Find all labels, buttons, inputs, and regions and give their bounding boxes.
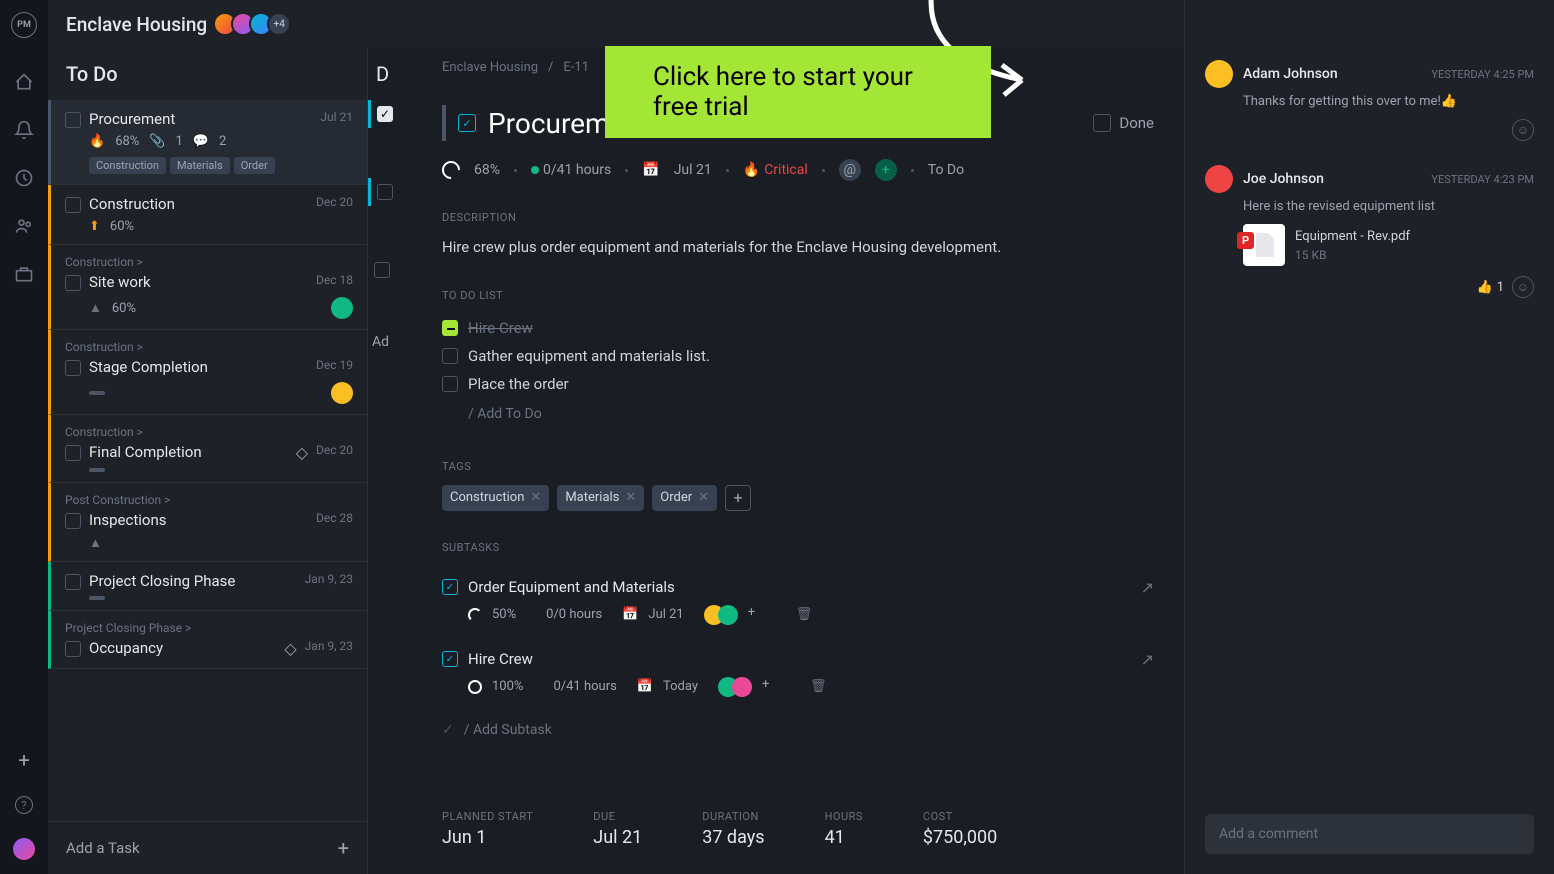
assignee-avatar[interactable]	[331, 382, 353, 404]
task-checkbox[interactable]	[374, 262, 390, 278]
home-icon[interactable]	[14, 72, 34, 92]
open-external-icon[interactable]: ↗	[1141, 650, 1154, 669]
task-card[interactable]: Construction > Final Completion ◇ Dec 20	[48, 415, 367, 483]
todo-checkbox[interactable]	[442, 348, 458, 364]
task-checkbox[interactable]	[65, 574, 81, 590]
checked-icon[interactable]: ✓	[377, 106, 393, 122]
todo-item[interactable]: Gather equipment and materials list.	[442, 342, 1154, 370]
task-detail-panel: Click here to start your free trial Encl…	[412, 0, 1184, 874]
subtask-icon: ✓	[442, 579, 458, 595]
comment-avatar[interactable]	[1205, 165, 1233, 193]
add-todo-button[interactable]: / Add To Do	[442, 398, 1154, 430]
help-icon[interactable]: ?	[15, 796, 33, 814]
priority-up-icon: ⬆	[89, 219, 100, 234]
remove-tag-icon[interactable]: ✕	[698, 490, 709, 505]
file-attachment[interactable]: P Equipment - Rev.pdf 15 KB	[1243, 224, 1534, 266]
task-card[interactable]: Construction > Stage Completion Dec 19	[48, 330, 367, 415]
member-avatars[interactable]: +4	[219, 12, 291, 36]
description-text[interactable]: Hire crew plus order equipment and mater…	[442, 236, 1154, 259]
trial-cta-banner[interactable]: Click here to start your free trial	[605, 46, 991, 138]
milestone-icon: ◇	[284, 639, 296, 658]
left-nav-rail: PM + ?	[0, 0, 48, 874]
comment-panel: Adam Johnson YESTERDAY 4:25 PM Thanks fo…	[1184, 0, 1554, 874]
priority-icon: ▲	[89, 300, 102, 316]
tag-chip[interactable]: Construction✕	[442, 485, 549, 511]
task-card[interactable]: Construction > Site work Dec 18 ▲ 60%	[48, 245, 367, 330]
milestone-icon: ◇	[296, 443, 308, 462]
trash-icon[interactable]: 🗑	[796, 607, 813, 622]
briefcase-icon[interactable]	[14, 264, 34, 284]
people-icon[interactable]	[14, 216, 34, 236]
progress-ring-icon	[468, 608, 482, 622]
priority-badge[interactable]: 🔥Critical	[743, 162, 808, 178]
task-sidebar: To Do Procurement Jul 21 🔥 68% 📎1 💬2 Con…	[48, 0, 368, 874]
comment-icon: 💬	[193, 134, 209, 149]
progress-ring-icon	[468, 680, 482, 694]
tag-chip[interactable]: Materials✕	[557, 485, 644, 511]
task-checkbox[interactable]	[65, 513, 81, 529]
comment-item: Joe Johnson YESTERDAY 4:23 PM Here is th…	[1205, 165, 1534, 298]
comment-input[interactable]: Add a comment	[1205, 814, 1534, 854]
task-card[interactable]: Procurement Jul 21 🔥 68% 📎1 💬2 Construct…	[48, 100, 367, 185]
todo-checkbox[interactable]	[442, 320, 458, 336]
progress-bar-icon	[89, 391, 105, 395]
todo-item[interactable]: Place the order	[442, 370, 1154, 398]
add-task-button[interactable]: Add a Task +	[48, 821, 367, 874]
bell-icon[interactable]	[14, 120, 34, 140]
user-avatar[interactable]	[13, 838, 35, 860]
assignee-avatar[interactable]	[331, 297, 353, 319]
calendar-icon: 📅	[622, 607, 638, 622]
task-checkbox[interactable]	[65, 360, 81, 376]
calendar-icon: 📅	[637, 679, 653, 694]
subtask-icon: ✓	[442, 651, 458, 667]
subtask-item[interactable]: ✓ Order Equipment and Materials ↗ 50% 0/…	[442, 566, 1154, 638]
column-title: To Do	[48, 48, 367, 100]
attachment-icon: 📎	[149, 134, 165, 149]
task-checkbox[interactable]	[65, 445, 81, 461]
task-checkbox[interactable]	[65, 641, 81, 657]
remove-tag-icon[interactable]: ✕	[530, 490, 541, 505]
add-assignee-button[interactable]: +	[748, 605, 768, 625]
priority-icon: ▲	[89, 535, 102, 551]
add-reaction-button[interactable]: ☺	[1512, 276, 1534, 298]
status-bar-icon	[442, 105, 446, 141]
plus-icon: +	[338, 836, 349, 860]
add-subtask-button[interactable]: ✓ / Add Subtask	[442, 710, 1154, 750]
task-card[interactable]: Post Construction > Inspections Dec 28 ▲	[48, 483, 367, 562]
remove-tag-icon[interactable]: ✕	[625, 490, 636, 505]
progress-ring-icon	[438, 157, 463, 182]
project-title: Enclave Housing	[66, 13, 207, 36]
add-assignee-button[interactable]: +	[762, 677, 782, 697]
task-checkbox[interactable]	[377, 184, 393, 200]
done-toggle[interactable]: Done	[1093, 114, 1154, 132]
clock-icon[interactable]	[14, 168, 34, 188]
open-external-icon[interactable]: ↗	[1141, 578, 1154, 597]
reaction-pill[interactable]: 👍1	[1477, 280, 1505, 295]
calendar-icon: 📅	[642, 162, 659, 178]
comment-avatar[interactable]	[1205, 60, 1233, 88]
task-checkbox[interactable]	[65, 275, 81, 291]
app-logo[interactable]: PM	[11, 12, 37, 38]
tag-chip[interactable]: Order✕	[652, 485, 717, 511]
assignee-placeholder-icon[interactable]: @	[839, 159, 861, 181]
task-card[interactable]: Construction Dec 20 ⬆ 60%	[48, 185, 367, 245]
task-card[interactable]: Project Closing Phase Jan 9, 23	[48, 562, 367, 611]
done-column-fragment: D ✓ Ad	[368, 0, 412, 874]
add-assignee-button[interactable]: +	[875, 159, 897, 181]
task-card[interactable]: Project Closing Phase > Occupancy ◇ Jan …	[48, 611, 367, 669]
add-tag-button[interactable]: +	[725, 485, 751, 511]
comment-item: Adam Johnson YESTERDAY 4:25 PM Thanks fo…	[1205, 60, 1534, 141]
task-checkbox[interactable]	[65, 112, 81, 128]
todo-checkbox[interactable]	[442, 376, 458, 392]
pdf-icon: P	[1243, 224, 1285, 266]
subtask-item[interactable]: ✓ Hire Crew ↗ 100% 0/41 hours 📅Today + 🗑	[442, 638, 1154, 710]
task-type-icon: ✓	[458, 114, 476, 132]
add-reaction-button[interactable]: ☺	[1512, 119, 1534, 141]
fire-icon: 🔥	[89, 134, 105, 149]
add-icon[interactable]: +	[18, 748, 29, 772]
todo-item[interactable]: Hire Crew	[442, 314, 1154, 342]
trash-icon[interactable]: 🗑	[810, 679, 827, 694]
task-checkbox[interactable]	[65, 197, 81, 213]
